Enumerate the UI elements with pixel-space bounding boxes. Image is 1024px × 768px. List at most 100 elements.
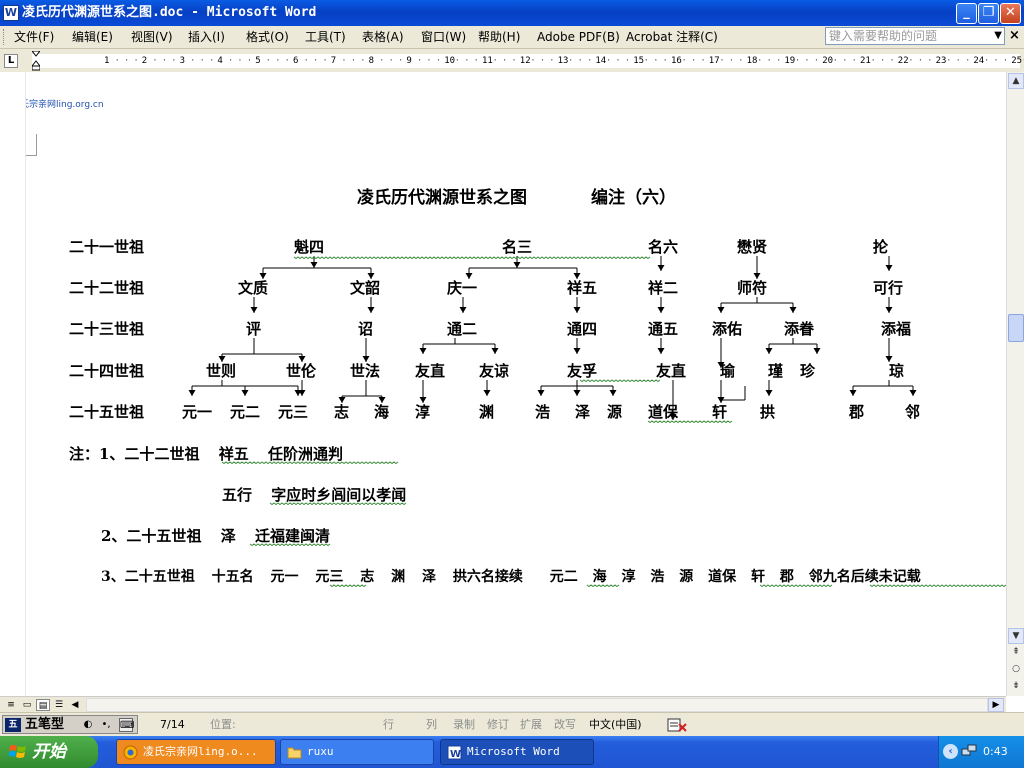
generation-label-23: 二十三世祖 <box>69 320 145 338</box>
person-shifa: 世法 <box>350 362 381 380</box>
arrowhead <box>909 390 917 396</box>
person-youzhi-1: 友直 <box>415 362 446 380</box>
note-3-name: 淳 <box>621 569 636 585</box>
line-indicator: 行 <box>383 718 394 731</box>
arrowhead <box>813 348 821 354</box>
soft-keyboard-icon[interactable]: ⌨ <box>119 718 134 732</box>
network-icon[interactable] <box>961 744 977 758</box>
note-3-name: 泽 <box>422 569 436 585</box>
record-indicator[interactable]: 录制 <box>453 718 475 732</box>
scroll-up-icon[interactable]: ▲ <box>1008 73 1024 89</box>
print-layout-icon[interactable]: ▤ <box>36 699 50 711</box>
close-document-icon[interactable]: × <box>1009 28 1020 44</box>
start-button[interactable]: 开始 <box>0 736 98 768</box>
person-tianfu: 添福 <box>881 320 912 338</box>
note-2-text: 迁福建闽清 <box>254 527 330 545</box>
person-xuan: 轩 <box>712 403 728 421</box>
note-1b-text: 字应时乡闾间以孝闻 <box>271 486 407 504</box>
arrowhead <box>657 307 665 313</box>
note-3-name: 郡 <box>779 569 794 585</box>
taskbar-word[interactable]: W Microsoft Word <box>440 739 594 765</box>
arrowhead <box>849 390 857 396</box>
person-daobao: 道保 <box>648 403 679 421</box>
arrowhead <box>657 265 665 271</box>
note-3-name: 源 <box>679 569 694 585</box>
normal-view-icon[interactable]: ≡ <box>4 699 18 711</box>
scroll-right-icon[interactable]: ▶ <box>988 698 1004 712</box>
arrowhead <box>250 307 258 313</box>
outline-view-icon[interactable]: ☰ <box>52 699 66 711</box>
punctuation-icon[interactable]: •, <box>99 718 113 732</box>
taskbar: 开始 凌氏宗亲网ling.o... ruxu W Microsoft Word … <box>0 736 1024 768</box>
scroll-left-icon[interactable]: ◀ <box>68 699 82 711</box>
person-kexing: 可行 <box>873 279 904 297</box>
person-jin: 瑾 <box>768 362 784 380</box>
document-title: 凌氏历代渊源世系之图 <box>357 188 527 208</box>
lineage-diagram <box>188 256 1006 588</box>
person-jun: 郡 <box>849 403 865 421</box>
note-3-count: 十五名 <box>211 569 254 585</box>
arrowhead <box>241 390 249 396</box>
extend-indicator[interactable]: 扩展 <box>520 718 542 732</box>
note-3-name: 元三 <box>315 569 344 585</box>
note-1-name: 祥五 <box>218 445 249 463</box>
person-shifu: 师符 <box>737 279 768 297</box>
note-3-mid: 拱六名接续 <box>452 569 523 585</box>
scroll-thumb[interactable] <box>1008 314 1024 342</box>
person-youzhi-2: 友直 <box>656 362 687 380</box>
person-yuan: 渊 <box>479 403 495 421</box>
person-qiong: 琼 <box>889 362 905 380</box>
taskbar-browser[interactable]: 凌氏宗亲网ling.o... <box>116 739 276 765</box>
note-2: 2、二十五世祖 泽 迁福建闽清 <box>101 527 330 545</box>
next-page-icon[interactable]: ⇟ <box>1008 678 1024 694</box>
note-3: 3、二十五世祖 十五名 元一 元三 志 渊 泽 拱六名接续 元二 海 淳 浩 源… <box>101 568 921 586</box>
overtype-indicator[interactable]: 改写 <box>554 718 576 732</box>
person-maoxian: 懋贤 <box>737 238 768 256</box>
column-indicator: 列 <box>426 718 437 731</box>
person-ze: 泽 <box>575 403 591 421</box>
generation-label-21: 二十一世祖 <box>69 238 145 256</box>
person-tianyou: 添佑 <box>712 320 743 338</box>
vertical-scrollbar[interactable]: ▲ ▼ ⇞ ○ ⇟ <box>1006 72 1024 696</box>
grammar-underline <box>579 379 661 383</box>
scroll-down-icon[interactable]: ▼ <box>1008 628 1024 644</box>
arrowhead <box>789 307 797 313</box>
person-tianjuan: 添眷 <box>784 320 815 338</box>
spelling-status-icon[interactable] <box>667 717 687 733</box>
arrowhead <box>483 390 491 396</box>
person-yuansan: 元三 <box>278 403 309 421</box>
track-changes-indicator[interactable]: 修订 <box>487 718 509 732</box>
half-width-icon[interactable]: ◐ <box>81 718 95 732</box>
previous-page-icon[interactable]: ⇞ <box>1008 644 1024 660</box>
ime-logo-icon[interactable]: 五 <box>5 718 21 732</box>
svg-text:W: W <box>450 749 461 760</box>
show-hidden-icons-icon[interactable]: ‹ <box>943 744 958 759</box>
ime-toolbar[interactable]: 五 五笔型 ◐ •, ⌨ <box>2 715 138 734</box>
grammar-underline <box>647 420 733 424</box>
arrowhead <box>367 307 375 313</box>
arrowhead <box>310 262 318 268</box>
person-ping: 评 <box>246 320 262 338</box>
person-chun: 淳 <box>415 403 431 421</box>
person-wenshao: 文韶 <box>350 279 381 297</box>
web-view-icon[interactable]: ▭ <box>20 699 34 711</box>
taskbar-folder[interactable]: ruxu <box>280 739 434 765</box>
arrowhead <box>609 390 617 396</box>
person-kuisi: 魁四 <box>294 238 325 256</box>
person-tongwu: 通五 <box>648 320 679 338</box>
person-wenzhi: 文质 <box>238 279 269 297</box>
horizontal-scroll-track[interactable] <box>86 698 988 712</box>
clock[interactable]: 0:43 <box>983 745 1008 759</box>
horizontal-scrollbar: ≡ ▭ ▤ ☰ ◀ ▶ <box>0 696 1006 712</box>
ime-name[interactable]: 五笔型 <box>25 717 64 733</box>
browser-icon <box>123 745 138 760</box>
person-zhi: 志 <box>334 403 350 421</box>
arrowhead <box>188 390 196 396</box>
browse-object-icon[interactable]: ○ <box>1008 661 1024 677</box>
note-1b: 五行 字应时乡闾间以孝闻 <box>222 486 406 504</box>
generation-label-25: 二十五世祖 <box>69 403 145 421</box>
person-mingliu: 名六 <box>648 238 679 256</box>
taskbar-folder-label: ruxu <box>307 745 334 758</box>
person-gong: 拱 <box>760 403 776 421</box>
person-zhao: 诏 <box>358 320 374 338</box>
